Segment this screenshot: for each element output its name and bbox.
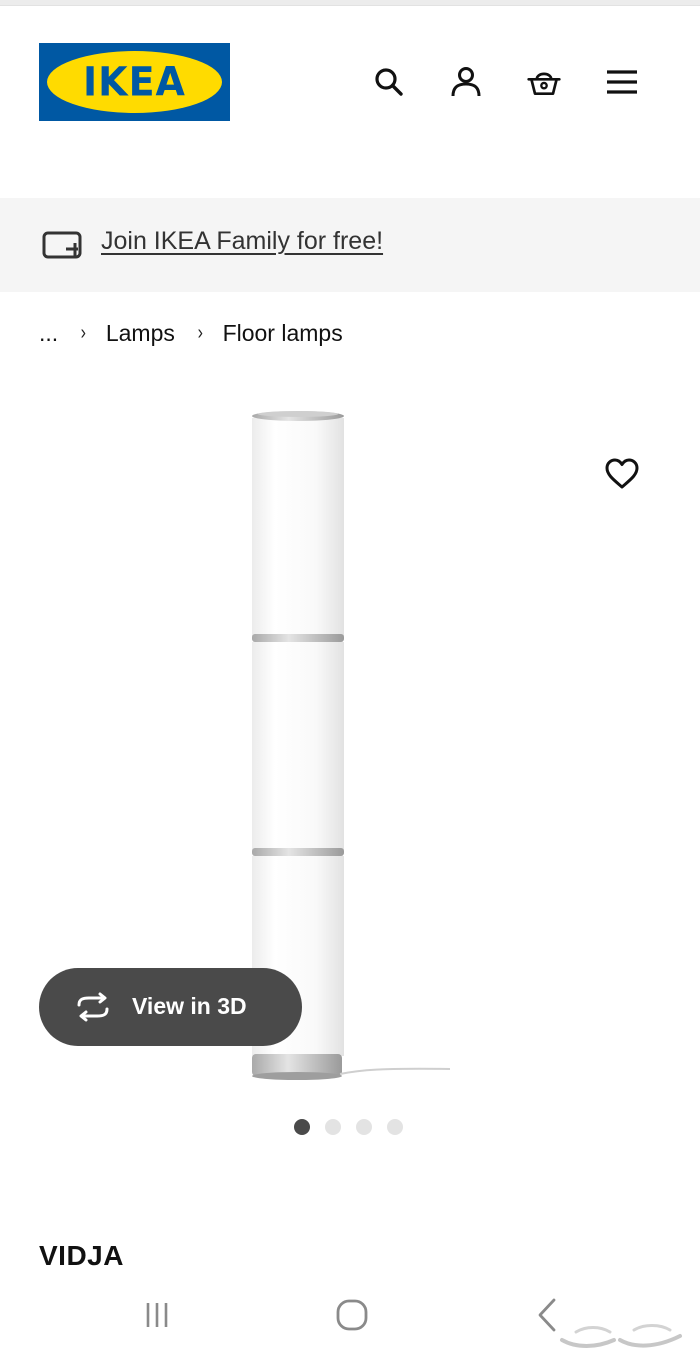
home-icon	[336, 1299, 368, 1331]
view-in-3d-label: View in 3D	[132, 993, 247, 1019]
gallery-dot[interactable]	[294, 1119, 310, 1135]
breadcrumb-separator: ›	[197, 321, 203, 344]
gallery-dot[interactable]	[325, 1119, 341, 1135]
gallery-dot[interactable]	[356, 1119, 372, 1135]
recent-apps-button[interactable]	[129, 1290, 185, 1340]
search-button[interactable]	[367, 60, 411, 104]
account-button[interactable]	[444, 60, 488, 104]
rotate-arrows-icon	[77, 992, 109, 1022]
registered-mark: ®	[206, 57, 213, 67]
basket-button[interactable]	[522, 60, 566, 104]
breadcrumb-item-lamps[interactable]: Lamps	[106, 320, 175, 347]
join-family-link[interactable]: Join IKEA Family for free!	[101, 227, 383, 256]
basket-icon	[527, 72, 561, 96]
breadcrumb-separator: ›	[80, 321, 87, 344]
watermark-logo	[560, 1324, 682, 1348]
menu-icon	[607, 70, 637, 94]
recent-apps-icon	[146, 1303, 168, 1327]
gallery-pagination	[294, 1119, 403, 1137]
site-header: IKEA ®	[0, 6, 700, 198]
ikea-logo[interactable]: IKEA ®	[39, 43, 230, 121]
view-in-3d-button[interactable]: View in 3D	[39, 968, 302, 1046]
logo-text: IKEA	[83, 58, 186, 106]
breadcrumb-ellipsis[interactable]: ...	[39, 320, 58, 347]
member-card-icon	[42, 231, 82, 259]
gallery-dot[interactable]	[387, 1119, 403, 1135]
home-button[interactable]	[324, 1290, 380, 1340]
breadcrumb-item-floor-lamps[interactable]: Floor lamps	[223, 320, 343, 347]
logo-oval: IKEA ®	[47, 51, 222, 113]
search-icon	[375, 68, 403, 96]
heart-outline-icon	[605, 458, 639, 489]
family-banner: Join IKEA Family for free!	[0, 198, 700, 292]
favourite-button[interactable]	[600, 452, 644, 496]
product-name: VIDJA	[39, 1240, 124, 1271]
menu-button[interactable]	[600, 60, 644, 104]
breadcrumb: ... › Lamps › Floor lamps	[39, 318, 343, 348]
user-icon	[451, 67, 481, 97]
